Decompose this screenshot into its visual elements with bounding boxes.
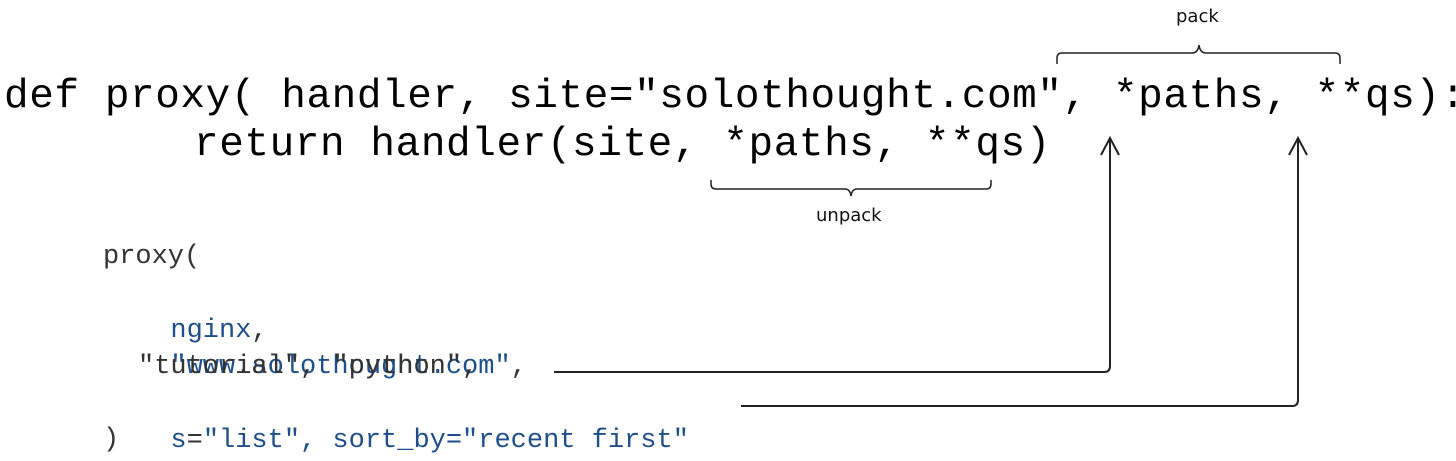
annotation-overlay: [554, 44, 1341, 407]
unpack-brace: [710, 180, 992, 197]
pack-brace: [1056, 44, 1341, 64]
kwargs-arrow: [741, 140, 1299, 407]
paths-arrow: [554, 140, 1111, 373]
